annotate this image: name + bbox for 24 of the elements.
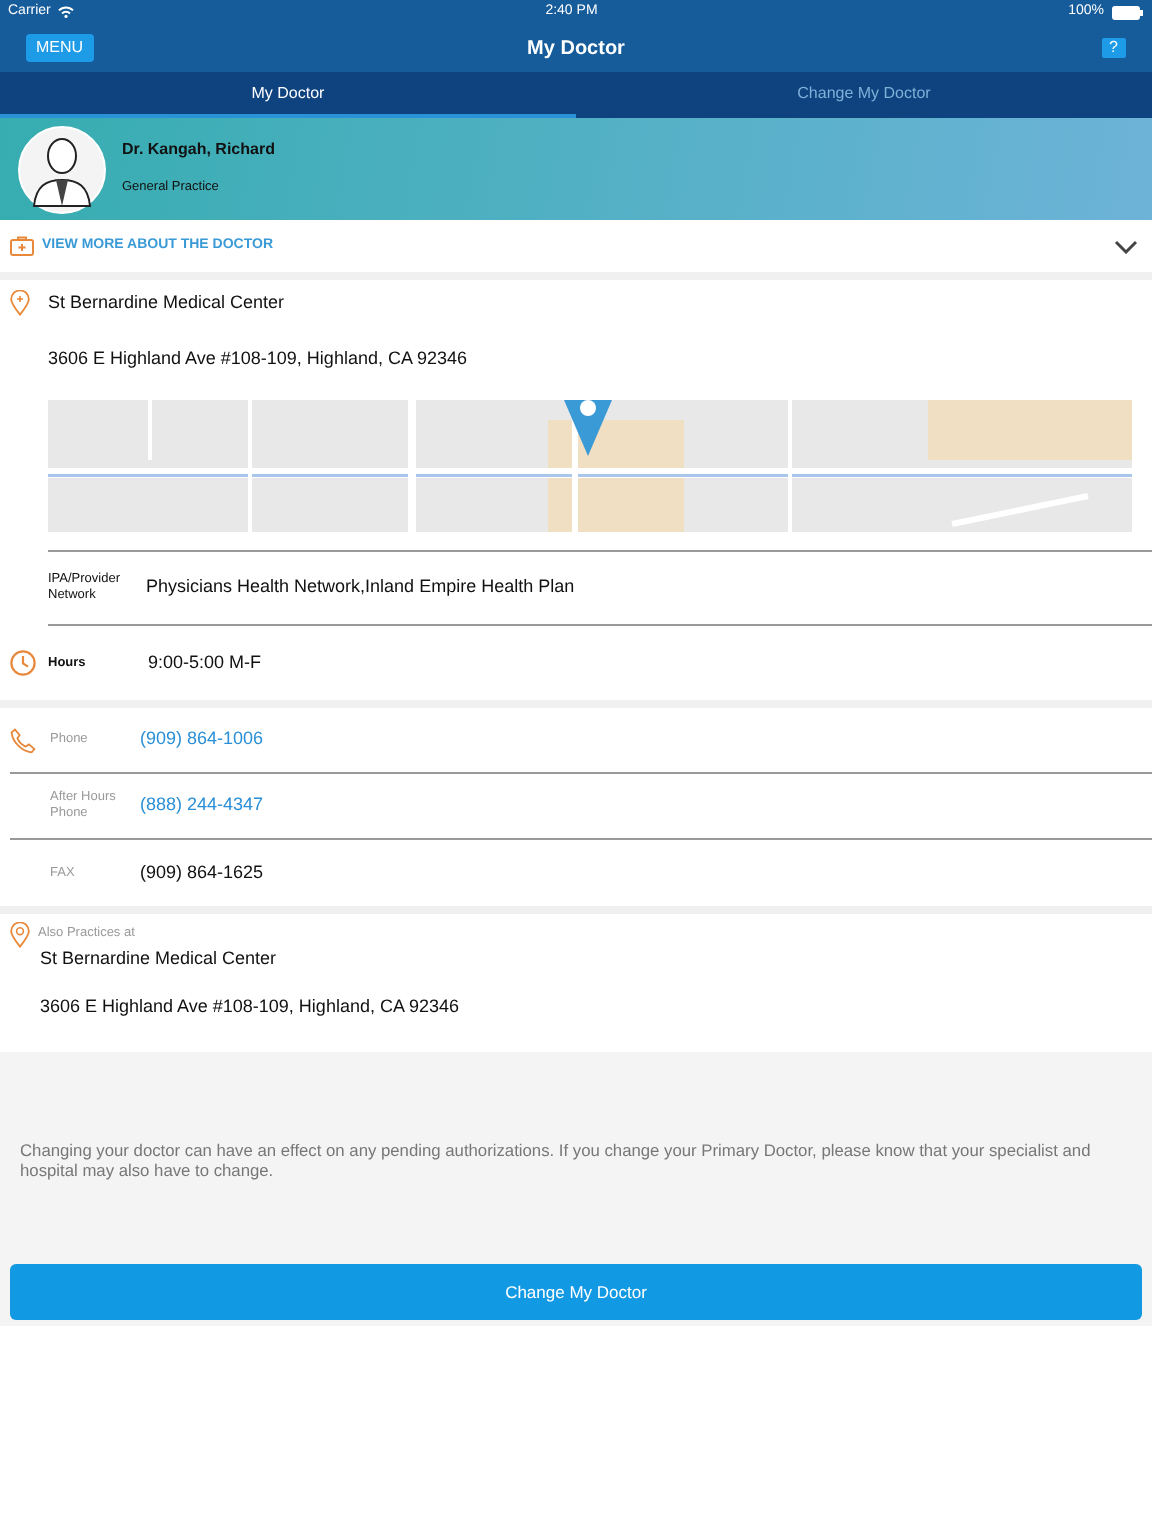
location-name: St Bernardine Medical Center	[38, 946, 279, 972]
battery-icon	[1112, 5, 1144, 19]
menu-button[interactable]: MENU	[26, 34, 94, 62]
doctor-name: Dr. Kangah, Richard	[122, 138, 275, 162]
help-button[interactable]: ?	[1101, 38, 1126, 58]
fax-number: (909) 864-1625	[140, 859, 264, 886]
change-doctor-button[interactable]: Change My Doctor	[10, 1264, 1142, 1320]
phone-link[interactable]: (888) 244-4347	[140, 792, 264, 820]
clock-icon	[10, 650, 36, 676]
location-pin-icon	[10, 922, 30, 948]
network-value: Physicians Health Network,Inland Empire Health Plan	[146, 574, 575, 601]
medical-kit-icon	[10, 236, 34, 256]
avatar-icon	[18, 126, 106, 214]
notice-text: Changing your doctor can have an effect on any pending authorizations. If you change your Primary Doctor, please know that your specialist and hospital may also have to change.	[18, 1140, 1093, 1180]
phone-icon	[10, 727, 36, 753]
phone-link[interactable]: (909) 864-1006	[140, 726, 264, 754]
location-name: St Bernardine Medical Center	[46, 290, 285, 316]
wifi-icon	[58, 6, 75, 18]
location-address: 3606 E Highland Ave #108-109, Highland, CA 92346	[38, 993, 461, 1020]
location-pin-icon	[10, 290, 30, 316]
page-title: My Doctor	[527, 37, 625, 59]
hours-value: 9:00-5:00 M-F	[148, 649, 262, 676]
tab[interactable]: Change My Doctor	[576, 72, 1152, 118]
location-address: 3606 E Highland Ave #108-109, Highland, CA 92346	[46, 345, 469, 372]
